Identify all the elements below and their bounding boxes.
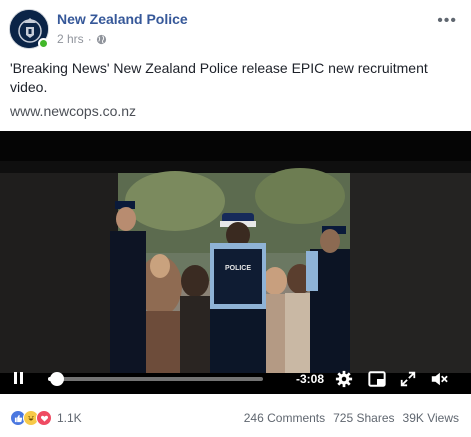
volume-icon[interactable] <box>430 370 448 388</box>
love-icon <box>36 410 52 426</box>
globe-icon <box>96 34 107 45</box>
engagement-stats: 246 Comments 725 Shares 39K Views <box>244 411 459 425</box>
page-name-link[interactable]: New Zealand Police <box>57 11 188 27</box>
shares-count[interactable]: 725 Shares <box>333 411 394 425</box>
time-remaining: -3:08 <box>296 372 325 386</box>
views-count: 39K Views <box>402 411 459 425</box>
pip-icon[interactable] <box>368 370 386 388</box>
post-text: 'Breaking News' New Zealand Police relea… <box>10 60 428 95</box>
fullscreen-icon[interactable] <box>399 370 417 388</box>
comments-count[interactable]: 246 Comments <box>244 411 325 425</box>
facebook-post: New Zealand Police 2 hrs · ••• 'Breaking… <box>0 0 471 437</box>
ellipsis-icon[interactable]: ••• <box>437 12 457 30</box>
progress-bar[interactable] <box>48 372 263 386</box>
video-player[interactable]: POLICE -3:08 <box>0 131 471 394</box>
video-frame: POLICE <box>0 131 471 394</box>
online-status-dot <box>38 38 49 49</box>
post-meta: 2 hrs · <box>57 32 107 46</box>
police-vest-text: POLICE <box>225 265 251 272</box>
pause-icon[interactable] <box>12 372 26 386</box>
gear-icon[interactable] <box>335 370 353 388</box>
post-link[interactable]: www.newcops.co.nz <box>10 103 136 119</box>
video-controls: -3:08 <box>0 364 471 394</box>
meta-separator: · <box>87 32 92 46</box>
reaction-count: 1.1K <box>57 411 82 425</box>
post-time[interactable]: 2 hrs <box>57 32 84 46</box>
reactions-summary[interactable]: 1.1K <box>10 410 82 426</box>
progress-handle[interactable] <box>50 372 65 386</box>
